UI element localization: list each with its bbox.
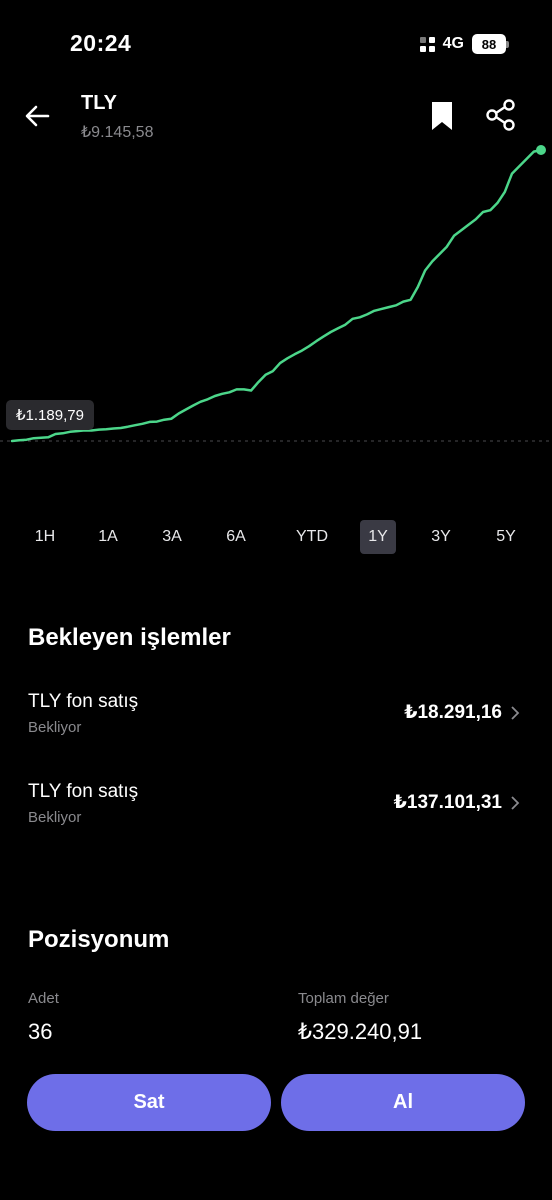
pending-order-row[interactable]: TLY fon satış Bekliyor ₺18.291,16 — [28, 691, 524, 747]
order-status: Bekliyor — [28, 719, 82, 736]
bookmark-icon — [432, 102, 452, 130]
pending-order-row[interactable]: TLY fon satış Bekliyor ₺137.101,31 — [28, 781, 524, 837]
status-time: 20:24 — [70, 30, 132, 56]
sell-button[interactable]: Sat — [27, 1074, 271, 1131]
order-amount: ₺137.101,31 — [393, 792, 502, 813]
price-chart[interactable]: ₺1.189,79 — [0, 140, 552, 470]
range-ytd-button[interactable]: YTD — [290, 520, 334, 554]
total-value-label: Toplam değer — [298, 990, 389, 1007]
page-title: TLY — [81, 92, 117, 114]
battery-level: 88 — [481, 36, 497, 52]
current-price: ₺9.145,58 — [81, 124, 154, 141]
order-status: Bekliyor — [28, 809, 82, 826]
header: TLY ₺9.145,58 — [0, 88, 552, 148]
status-bar: 20:24 4G 88 — [0, 0, 552, 90]
bookmark-button[interactable] — [428, 100, 456, 132]
range-3a-button[interactable]: 3A — [154, 520, 190, 554]
quantity-label: Adet — [28, 990, 59, 1007]
signal-icon — [419, 36, 435, 52]
buy-button[interactable]: Al — [281, 1074, 525, 1131]
share-icon — [486, 99, 515, 131]
quantity-value: 36 — [28, 1019, 53, 1044]
order-amount: ₺18.291,16 — [404, 702, 502, 723]
position-section-title: Pozisyonum — [28, 926, 170, 953]
range-1h-button[interactable]: 1H — [27, 520, 63, 554]
range-1a-button[interactable]: 1A — [90, 520, 126, 554]
range-3y-button[interactable]: 3Y — [423, 520, 459, 554]
range-5y-button[interactable]: 5Y — [488, 520, 524, 554]
order-name: TLY fon satış — [28, 691, 139, 712]
chevron-right-icon — [511, 706, 520, 720]
share-button[interactable] — [484, 98, 518, 132]
network-type: 4G — [442, 35, 464, 52]
battery-icon: 88 — [472, 34, 509, 54]
back-button[interactable] — [22, 100, 54, 132]
range-selector: 1H 1A 3A 6A YTD 1Y 3Y 5Y — [0, 520, 552, 554]
order-name: TLY fon satış — [28, 781, 139, 802]
pending-section-title: Bekleyen işlemler — [28, 624, 231, 651]
chevron-right-icon — [511, 796, 520, 810]
status-indicators: 4G 88 — [419, 34, 509, 54]
range-1y-button[interactable]: 1Y — [360, 520, 396, 554]
price-line — [10, 148, 543, 443]
arrow-left-icon — [25, 105, 50, 127]
price-end-point — [536, 145, 546, 155]
chart-start-label: ₺1.189,79 — [6, 400, 94, 430]
range-6a-button[interactable]: 6A — [218, 520, 254, 554]
total-value: ₺329.240,91 — [298, 1019, 423, 1044]
